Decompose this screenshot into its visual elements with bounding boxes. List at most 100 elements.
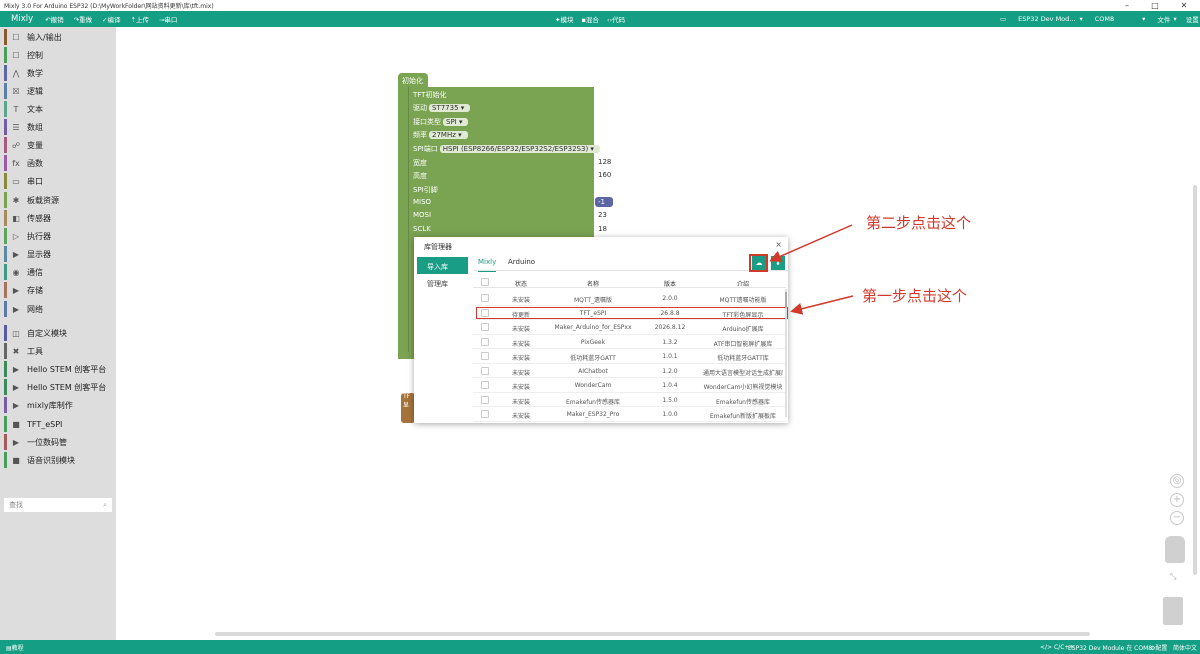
sidebar-item[interactable]: T 文本	[0, 100, 116, 118]
file-menu[interactable]: 文件	[1157, 14, 1170, 24]
table-row[interactable]: 未安装 Maker_Arduino_for_ESPxx 2026.8.12 Ardui…	[473, 320, 786, 335]
miso-input[interactable]: -1	[595, 197, 613, 207]
row-checkbox[interactable]	[481, 352, 489, 360]
fullscreen-icon[interactable]: ⤡	[1170, 572, 1176, 582]
row-checkbox[interactable]	[481, 381, 489, 389]
setup-block-hat[interactable]: 初始化	[398, 73, 428, 88]
sidebar-item[interactable]: ◧ 传感器	[0, 209, 116, 227]
height-input[interactable]: 160	[595, 170, 613, 180]
settings-menu[interactable]: 设置	[1186, 14, 1199, 24]
sidebar-item[interactable]: ▭ 串口	[0, 172, 116, 190]
board-select[interactable]: ESP32 Dev Mod...	[1018, 15, 1075, 23]
tutorial-button[interactable]: ▤教程	[6, 643, 24, 652]
table-row[interactable]: 未安装 PixGeek 1.3.2 ATF串口智能屏扩展库	[473, 335, 786, 349]
sidebar-item[interactable]: ☐ 输入/输出	[0, 28, 116, 46]
row-status: 未安装	[511, 369, 530, 377]
sidebar-item[interactable]: fx 函数	[0, 154, 116, 172]
sidebar-item[interactable]: ■ 语音识别模块	[0, 451, 116, 469]
row-checkbox[interactable]	[481, 294, 489, 302]
sidebar-item[interactable]: ▶ Hello STEM 创客平台	[0, 360, 116, 378]
zoom-in-icon[interactable]: +	[1170, 493, 1184, 507]
sidebar-item[interactable]: ✖ 工具	[0, 342, 116, 360]
center-view-icon[interactable]: ◎	[1170, 474, 1184, 488]
sidebar-item-label: 数学	[27, 68, 43, 78]
sidebar-item[interactable]: ☐ 控制	[0, 46, 116, 64]
spiport-dropdown[interactable]: HSPI (ESP8266/ESP32/ESP32S2/ESP32S3) ▾	[439, 145, 600, 153]
port-select[interactable]: COM8	[1095, 15, 1114, 23]
tft-block-partial[interactable]: TF 显	[401, 393, 415, 423]
sidebar-item[interactable]: ◉ 通信	[0, 263, 116, 281]
view-code-button[interactable]: ‹›代码	[607, 14, 625, 24]
table-row[interactable]: 未安装 Emakefun传感器库 1.5.0 Emakefun传感器库	[473, 393, 786, 407]
backpack-icon[interactable]	[1165, 536, 1185, 563]
compile-button[interactable]: ✓编译	[102, 14, 120, 24]
select-all-checkbox[interactable]	[481, 278, 489, 286]
minimize-button[interactable]: –	[1115, 0, 1139, 11]
close-window-button[interactable]: ✕	[1172, 0, 1196, 11]
width-input[interactable]: 128	[595, 157, 613, 167]
sidebar-item[interactable]: ☍ 变量	[0, 136, 116, 154]
serial-button[interactable]: ⊸串口	[159, 14, 177, 24]
redo-button[interactable]: ↷重做	[74, 14, 92, 24]
download-button[interactable]: ⬇	[771, 256, 785, 270]
config-button[interactable]: ⚙配置	[1150, 643, 1167, 652]
table-scroll-thumb[interactable]	[785, 292, 787, 308]
table-scrollbar[interactable]	[785, 289, 787, 417]
sidebar-item[interactable]: ☰ 数组	[0, 118, 116, 136]
sidebar-search[interactable]: 查找 ⌕	[4, 498, 112, 512]
row-version: 1.0.0	[662, 411, 678, 418]
sidebar-item[interactable]: ◫ 自定义模块	[0, 324, 116, 342]
row-checkbox[interactable]	[481, 366, 489, 375]
category-icon: ▶	[12, 364, 20, 374]
sidebar-item[interactable]: ☒ 逻辑	[0, 82, 116, 100]
sidebar-item[interactable]: ▶ 存储	[0, 281, 116, 299]
sidebar-item[interactable]: ■ TFT_eSPI	[0, 415, 116, 433]
category-color-bar	[4, 416, 7, 432]
freq-dropdown[interactable]: 27MHz ▾	[429, 131, 468, 139]
row-checkbox[interactable]	[481, 323, 489, 331]
table-row[interactable]: 未安装 低功耗蓝牙GATT 1.0.1 低功耗蓝牙GATT库	[473, 349, 786, 364]
close-icon[interactable]: ×	[775, 240, 782, 249]
sidebar-item[interactable]: ▷ 执行器	[0, 227, 116, 245]
sclk-input[interactable]: 18	[595, 224, 613, 234]
category-color-bar	[4, 210, 7, 226]
language-switch[interactable]: 简体中文	[1173, 643, 1197, 652]
maximize-button[interactable]: □	[1143, 0, 1167, 11]
sidebar-item-label: 函数	[27, 158, 43, 168]
search-input[interactable]: 查找	[9, 501, 23, 509]
view-blocks-button[interactable]: ✦模块	[555, 14, 573, 24]
sidebar-item[interactable]: ⋀ 数学	[0, 64, 116, 82]
sidebar-item[interactable]: ▶ mixly库制作	[0, 396, 116, 414]
nav-import-library[interactable]: 导入库	[417, 257, 468, 274]
row-checkbox[interactable]	[481, 395, 489, 404]
sidebar-item[interactable]: ▶ 网络	[0, 300, 116, 318]
sidebar-item-label: 文本	[27, 104, 43, 114]
sidebar-item-label: 串口	[27, 176, 43, 186]
iface-dropdown[interactable]: SPI ▾	[443, 118, 469, 126]
workspace-hscroll[interactable]	[215, 632, 1090, 636]
table-row[interactable]: 未安装 WonderCam 1.0.4 WonderCam小幻熊视觉模块	[473, 378, 786, 393]
table-row[interactable]: 未安装 MQTT_遗嘱版 2.0.0 MQTT遗嘱功能版	[473, 291, 786, 306]
view-mixed-button[interactable]: ▪混合	[581, 14, 598, 24]
nav-manage-library[interactable]: 管理库	[427, 279, 448, 289]
row-checkbox[interactable]	[481, 337, 489, 346]
sidebar-item[interactable]: ▶ Hello STEM 创客平台	[0, 378, 116, 396]
driver-dropdown[interactable]: ST7735 ▾	[429, 104, 471, 112]
trash-icon[interactable]	[1163, 597, 1183, 625]
table-row[interactable]: 未安装 Maker_ESP32_Pro 1.0.0 Emakefun新版扩展板库	[473, 407, 786, 422]
workspace-vscroll[interactable]	[1193, 185, 1197, 575]
undo-button[interactable]: ↶撤销	[45, 14, 63, 24]
table-row[interactable]: 未安装 AIChatbot 1.2.0 通用大语言模型对话生成扩展库，支持SD...	[473, 364, 786, 378]
chevron-down-icon: ▾	[1142, 15, 1146, 23]
sidebar-item[interactable]: ✱ 板载资源	[0, 191, 116, 209]
sidebar-item-label: 网络	[27, 304, 43, 314]
zoom-out-icon[interactable]: −	[1170, 511, 1184, 525]
category-color-bar	[4, 325, 7, 341]
row-checkbox[interactable]	[481, 410, 489, 418]
sidebar-item[interactable]: ▶ 显示器	[0, 245, 116, 263]
sidebar-item[interactable]: ▶ 一位数码管	[0, 433, 116, 451]
upload-button[interactable]: ⇡上传	[130, 14, 148, 24]
tab-arduino[interactable]: Arduino	[508, 258, 535, 266]
mosi-input[interactable]: 23	[595, 210, 613, 220]
category-icon: ▶	[12, 437, 20, 447]
